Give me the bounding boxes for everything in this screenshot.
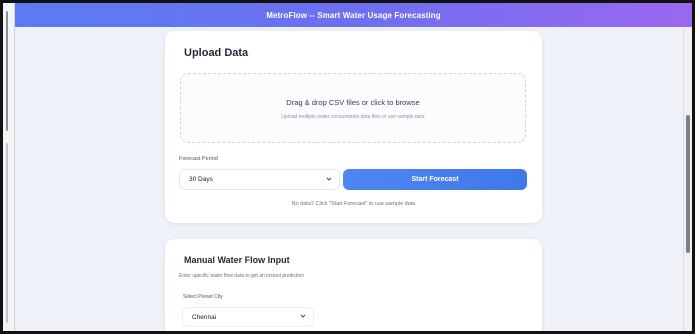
preset-city-label: Select Preset City bbox=[183, 294, 223, 300]
start-forecast-button[interactable]: Start Forecast bbox=[343, 169, 527, 190]
app-window: MetroFlow -- Smart Water Usage Forecasti… bbox=[0, 0, 695, 334]
left-rail-marker bbox=[6, 11, 8, 131]
left-rail-marker-lower bbox=[6, 143, 8, 323]
sample-data-hint: No data? Click "Start Forecast" to use s… bbox=[291, 201, 416, 207]
forecast-period-select[interactable]: 30 Days bbox=[179, 169, 340, 190]
upload-card-title: Upload Data bbox=[184, 47, 249, 59]
chevron-down-icon bbox=[326, 176, 332, 182]
scrollbar-thumb[interactable] bbox=[686, 115, 690, 253]
file-dropzone[interactable]: Drag & drop CSV files or click to browse… bbox=[180, 73, 526, 143]
upload-data-card: Upload Data Drag & drop CSV files or cli… bbox=[165, 31, 542, 223]
page-scrollbar[interactable] bbox=[683, 27, 692, 331]
manual-card-title: Manual Water Flow Input bbox=[184, 255, 290, 265]
app-header: MetroFlow -- Smart Water Usage Forecasti… bbox=[15, 3, 692, 27]
app-title: MetroFlow -- Smart Water Usage Forecasti… bbox=[266, 10, 441, 20]
manual-input-card: Manual Water Flow Input Enter specific w… bbox=[165, 239, 542, 331]
forecast-period-label: Forecast Period bbox=[179, 156, 218, 162]
forecast-period-value: 30 Days bbox=[189, 176, 213, 183]
preset-city-select[interactable]: Chennai bbox=[182, 307, 314, 327]
dropzone-subtext: Upload multiple water consumption data f… bbox=[281, 114, 425, 120]
preset-city-value: Chennai bbox=[192, 313, 217, 321]
left-window-rail bbox=[3, 3, 15, 331]
dropzone-instructions: Drag & drop CSV files or click to browse bbox=[286, 98, 420, 107]
manual-card-subtitle: Enter specific water flow data to get an… bbox=[179, 273, 305, 279]
chevron-down-icon bbox=[300, 313, 306, 319]
